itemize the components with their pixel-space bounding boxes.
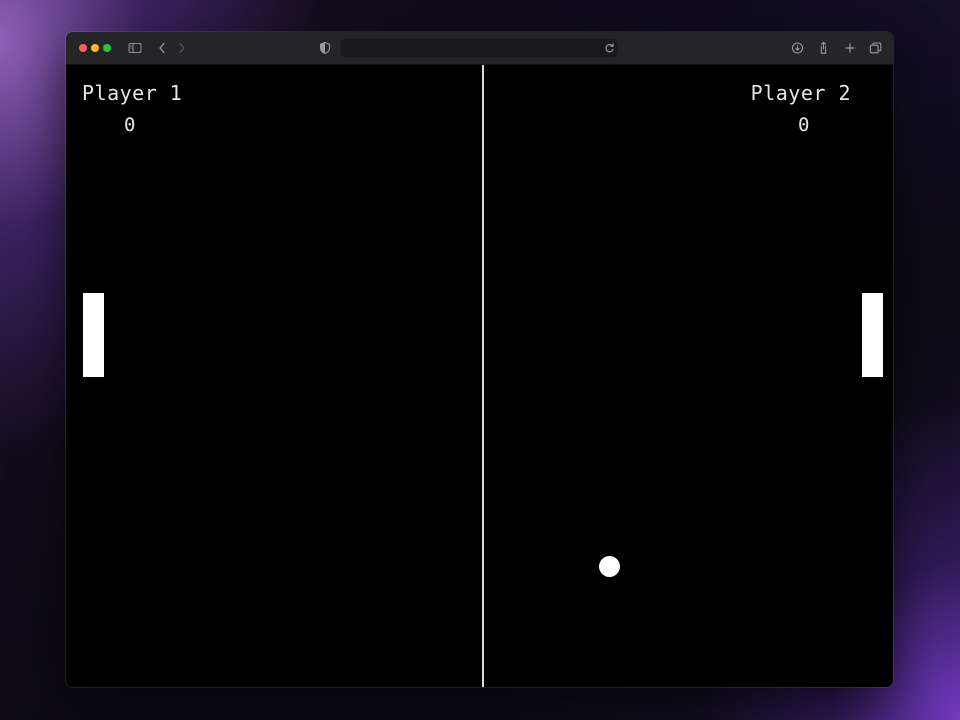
- player-1-paddle[interactable]: [83, 293, 104, 377]
- player-2-score: 0: [798, 114, 810, 136]
- tabs-overview-icon[interactable]: [869, 41, 882, 55]
- player-2-name: Player 2: [750, 81, 851, 105]
- center-net-line: [482, 65, 484, 687]
- player-1-name: Player 1: [82, 81, 183, 105]
- download-icon[interactable]: [791, 41, 804, 55]
- reload-icon[interactable]: [604, 41, 615, 55]
- pong-game-canvas[interactable]: Player 1 0 Player 2 0: [66, 65, 893, 687]
- player-1-score: 0: [124, 114, 136, 136]
- close-window-button[interactable]: [79, 44, 87, 52]
- browser-toolbar: [66, 32, 893, 65]
- browser-window: Player 1 0 Player 2 0: [66, 32, 893, 687]
- ball: [599, 556, 620, 577]
- chevron-left-icon[interactable]: [157, 41, 167, 55]
- chevron-right-icon[interactable]: [177, 41, 187, 55]
- shield-icon[interactable]: [319, 41, 331, 55]
- plus-icon[interactable]: [844, 41, 856, 55]
- minimize-window-button[interactable]: [91, 44, 99, 52]
- sidebar-icon[interactable]: [128, 41, 142, 55]
- player-2-paddle[interactable]: [862, 293, 883, 377]
- address-bar[interactable]: [340, 39, 618, 57]
- share-icon[interactable]: [817, 41, 830, 55]
- maximize-window-button[interactable]: [103, 44, 111, 52]
